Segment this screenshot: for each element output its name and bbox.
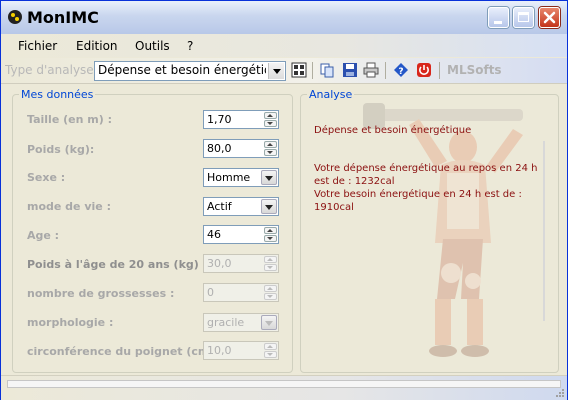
copy-icon[interactable]: [319, 62, 335, 78]
chevron-down-icon: [261, 315, 277, 330]
close-button[interactable]: [539, 7, 560, 28]
spin-up-icon[interactable]: [264, 227, 277, 234]
close-icon: [543, 11, 556, 24]
grossesses-spinner: [264, 285, 277, 300]
poignet-label: circonférence du poignet (cm) :: [27, 345, 223, 358]
analyse-line-3: Votre besoin énergétique en 24 h est de …: [314, 189, 522, 200]
chevron-down-icon[interactable]: [261, 170, 277, 185]
mode-de-vie-select[interactable]: Actif: [203, 197, 279, 216]
help-icon[interactable]: ?: [393, 62, 409, 78]
spin-down-icon[interactable]: [264, 120, 277, 127]
poids-value: 80,0: [207, 142, 232, 155]
analysis-type-select[interactable]: Dépense et besoin énergétique: [94, 61, 286, 81]
power-icon[interactable]: [416, 62, 432, 78]
chevron-down-icon: [268, 63, 284, 79]
spin-down-icon[interactable]: [264, 235, 277, 242]
age-field[interactable]: 46: [203, 225, 279, 244]
age-label: Age :: [27, 229, 60, 242]
chevron-down-icon[interactable]: [261, 199, 277, 214]
analyse-line-4: 1910cal: [314, 202, 354, 213]
grossesses-value: 0: [207, 286, 214, 299]
toolbar-separator: [312, 62, 313, 79]
toolbar-separator: [439, 62, 440, 79]
analysis-type-label: Type d'analyse: [5, 63, 93, 77]
analyse-line-2: est de : 1232cal: [314, 176, 395, 187]
spin-down-icon: [264, 264, 277, 271]
svg-text:?: ?: [398, 67, 403, 77]
poignet-value: 10,0: [207, 344, 232, 357]
poids-spinner[interactable]: [264, 141, 277, 156]
mes-donnees-title: Mes données: [19, 88, 96, 101]
poids-20-ans-spinner: [264, 256, 277, 271]
spin-up-icon: [264, 256, 277, 263]
spin-up-icon[interactable]: [264, 112, 277, 119]
grossesses-label: nombre de grossesses :: [27, 287, 175, 300]
minimize-button[interactable]: [488, 7, 509, 28]
print-icon[interactable]: [363, 62, 379, 78]
weightlifter-illustration: [363, 103, 523, 357]
toolbar-separator: [385, 62, 386, 79]
poignet-spinner: [264, 343, 277, 358]
window-title: MonIMC: [27, 8, 99, 27]
poids-20-ans-field: 30,0: [203, 254, 279, 273]
poids-label: Poids (kg):: [27, 143, 95, 156]
age-spinner[interactable]: [264, 227, 277, 242]
title-bar[interactable]: MonIMC: [1, 1, 567, 34]
minimize-icon: [494, 21, 502, 24]
status-bar: [1, 375, 567, 400]
taille-spinner[interactable]: [264, 112, 277, 127]
spin-down-icon: [264, 351, 277, 358]
mode-de-vie-value: Actif: [207, 200, 232, 213]
poignet-field: 10,0: [203, 341, 279, 360]
analyse-line-1: Votre dépense énergétique au repos en 24…: [314, 163, 538, 174]
app-window: MonIMC Fichier Edition Outils ? Type d'a…: [0, 0, 568, 400]
spin-up-icon[interactable]: [264, 141, 277, 148]
taille-value: 1,70: [207, 113, 232, 126]
poids-field[interactable]: 80,0: [203, 139, 279, 158]
analyse-heading: Dépense et besoin énergétique: [314, 125, 472, 136]
progress-bar: [7, 380, 561, 388]
menu-bar: Fichier Edition Outils ?: [1, 34, 567, 57]
menu-edition[interactable]: Edition: [76, 39, 118, 53]
morphologie-label: morphologie :: [27, 316, 114, 329]
analyse-title: Analyse: [307, 88, 355, 101]
age-value: 46: [207, 228, 221, 241]
sexe-label: Sexe :: [27, 171, 66, 184]
save-icon[interactable]: [342, 62, 358, 78]
poids-20-ans-value: 30,0: [207, 257, 232, 270]
calculator-icon[interactable]: [291, 62, 307, 78]
poids-20-ans-label: Poids à l'âge de 20 ans (kg) :: [27, 258, 208, 271]
taille-label: Taille (en m) :: [27, 113, 112, 126]
app-logo-icon: [8, 10, 22, 24]
mode-de-vie-label: mode de vie :: [27, 200, 111, 213]
spin-up-icon: [264, 285, 277, 292]
resize-grip-icon[interactable]: [555, 388, 565, 398]
toolbar: Type d'analyse Dépense et besoin énergét…: [1, 58, 567, 84]
morphologie-value: gracile: [207, 316, 245, 329]
maximize-button[interactable]: [513, 7, 534, 28]
sexe-value: Homme: [207, 171, 251, 184]
taille-field[interactable]: 1,70: [203, 110, 279, 129]
morphologie-select: gracile: [203, 313, 279, 332]
sexe-select[interactable]: Homme: [203, 168, 279, 187]
brand-label: MLSofts: [447, 63, 502, 77]
spin-up-icon: [264, 343, 277, 350]
spin-down-icon[interactable]: [264, 149, 277, 156]
menu-fichier[interactable]: Fichier: [18, 39, 57, 53]
menu-help[interactable]: ?: [187, 39, 193, 53]
menu-outils[interactable]: Outils: [135, 39, 170, 53]
spin-down-icon: [264, 293, 277, 300]
analysis-type-value: Dépense et besoin énergétique: [98, 63, 266, 77]
maximize-icon: [518, 12, 529, 22]
analyse-scrollbar[interactable]: [543, 141, 545, 321]
grossesses-field: 0: [203, 283, 279, 302]
